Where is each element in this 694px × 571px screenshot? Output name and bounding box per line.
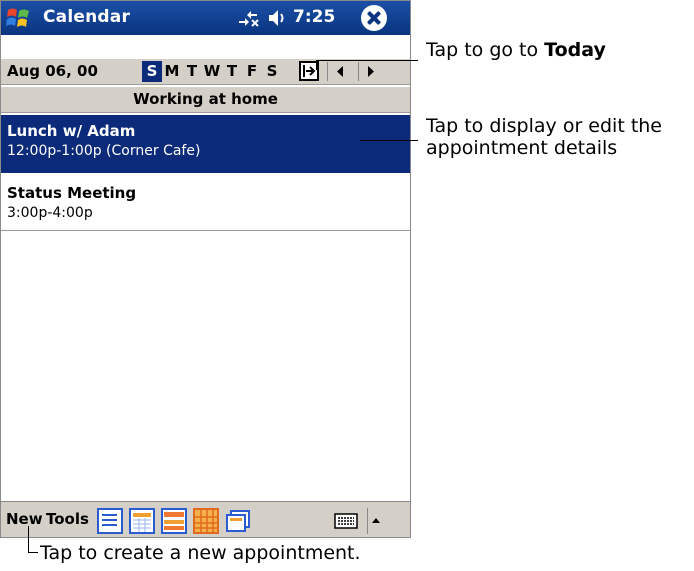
appointment-title: Lunch w/ Adam (7, 122, 136, 140)
all-day-event-banner[interactable]: Working at home (1, 87, 410, 113)
callout-details-line1: Tap to display or edit the (426, 115, 662, 137)
day-thursday[interactable]: T (222, 61, 242, 82)
callout-details-line2: appointment details (426, 137, 618, 159)
connectivity-icon[interactable] (237, 9, 259, 27)
keyboard-icon[interactable] (334, 512, 358, 530)
day-view-icon[interactable] (129, 508, 155, 534)
input-panel-toggle-button[interactable] (367, 508, 384, 534)
callout-today-bold: Today (544, 39, 606, 61)
app-title: Calendar (43, 7, 131, 27)
day-sunday[interactable]: S (142, 61, 162, 82)
calendar-window: Calendar 7:25 Aug 06, 00 S M T W T F S W… (0, 0, 411, 538)
callout-line-new-horizontal (28, 552, 38, 553)
callout-details: Tap to display or edit the appointment d… (426, 115, 662, 159)
up-arrow-icon (372, 518, 380, 523)
clock[interactable]: 7:25 (293, 7, 335, 27)
callout-new-appointment: Tap to create a new appointment. (40, 542, 361, 564)
day-monday[interactable]: M (162, 61, 182, 82)
week-view-icon[interactable] (161, 508, 187, 534)
callout-today: Tap to go to Today (426, 39, 606, 61)
next-week-button[interactable] (358, 62, 383, 81)
callout-line-new-vertical (28, 526, 29, 552)
year-view-icon[interactable] (225, 508, 251, 534)
day-saturday[interactable]: S (262, 61, 282, 82)
volume-icon[interactable] (267, 9, 287, 27)
agenda-view-icon[interactable] (97, 508, 123, 534)
callout-line-today (316, 60, 418, 61)
month-view-icon[interactable] (193, 508, 219, 534)
tools-menu-button[interactable]: Tools (46, 510, 89, 528)
windows-start-icon[interactable] (5, 4, 33, 32)
callout-line-details (360, 140, 418, 141)
callout-line-today-stub (316, 60, 317, 70)
appointment-item[interactable]: Status Meeting 3:00p-4:00p (1, 177, 410, 231)
right-arrow-icon (368, 66, 374, 77)
new-menu-button[interactable]: New (6, 510, 43, 528)
week-day-selector: S M T W T F S (142, 61, 282, 82)
close-button[interactable] (361, 5, 387, 31)
title-bar: Calendar 7:25 (1, 1, 410, 35)
appointment-time: 12:00p-1:00p (Corner Cafe) (7, 143, 201, 159)
day-tuesday[interactable]: T (182, 61, 202, 82)
day-wednesday[interactable]: W (202, 61, 222, 82)
today-arrow-icon (303, 65, 316, 77)
appointment-time: 3:00p-4:00p (7, 205, 93, 221)
callout-today-text: Tap to go to (426, 39, 545, 61)
appointment-title: Status Meeting (7, 184, 137, 202)
date-navigation-bar: Aug 06, 00 S M T W T F S (1, 59, 410, 85)
appointment-item-selected[interactable]: Lunch w/ Adam 12:00p-1:00p (Corner Cafe) (1, 115, 410, 173)
previous-week-button[interactable] (327, 62, 352, 81)
command-bar: New Tools (1, 501, 410, 537)
day-friday[interactable]: F (242, 61, 262, 82)
current-date[interactable]: Aug 06, 00 (7, 62, 98, 80)
left-arrow-icon (337, 66, 343, 77)
